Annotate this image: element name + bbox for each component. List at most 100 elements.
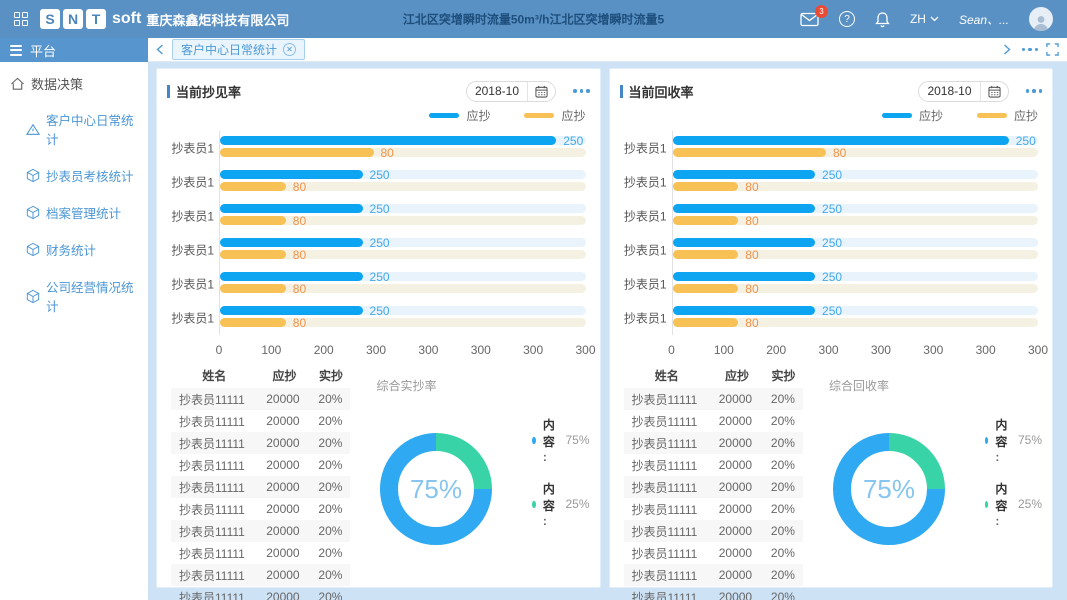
donut-legend-item[interactable]: 内容 75%	[984, 416, 1042, 464]
date-value: 2018-10	[927, 84, 972, 98]
bar-legend: 应抄 应抄	[167, 103, 590, 127]
table-cell: 20000	[266, 436, 300, 450]
sidebar-item-company-operation[interactable]: 公司经营情况统计	[0, 268, 148, 324]
sidebar-item-label: 公司经营情况统计	[46, 281, 134, 314]
company-name: 重庆森鑫炬科技有限公司	[146, 12, 290, 28]
sidebar-item-label: 财务统计	[46, 244, 97, 258]
date-picker[interactable]: 2018-10	[918, 80, 1009, 102]
table-header-cell: 应抄	[272, 369, 297, 383]
alert-triangle-icon	[26, 123, 40, 135]
table-cell: 20%	[318, 392, 343, 406]
table-cell: 20%	[770, 590, 795, 600]
donut-title: 综合回收率	[828, 379, 889, 393]
header-notice-text: 江北区突增瞬时流量50m³/h江北区突增瞬时流量5	[402, 12, 665, 27]
sidebar-item-finance-stats[interactable]: 财务统计	[0, 231, 148, 268]
bar-fill-yellow	[220, 216, 286, 225]
category-label: 抄表员1	[623, 311, 667, 326]
donut-section: 综合回收率 75% 内容: 75% 内容: 25%	[803, 363, 1042, 581]
tab-label: 客户中心日常统计	[181, 43, 278, 57]
x-tick-label: 300	[818, 343, 839, 357]
tabs-more-icon[interactable]	[1019, 47, 1038, 52]
bar-group: 抄表员1 250 80	[624, 233, 1038, 267]
legend-item[interactable]: 应抄	[881, 107, 943, 124]
donut-legend-item[interactable]: 内容 25%	[532, 480, 590, 528]
language-selector[interactable]: ZH	[910, 12, 939, 26]
date-picker[interactable]: 2018-10	[465, 80, 556, 102]
category-label: 抄表员1	[171, 175, 214, 190]
bar-track-yellow: 80	[220, 315, 586, 330]
table-row: 抄表员11111 20000 20%	[624, 498, 803, 520]
legend-item[interactable]: 应抄	[524, 107, 586, 124]
bar-track-blue: 250	[672, 303, 1038, 318]
panel-more-icon[interactable]	[1023, 89, 1042, 93]
bar-value: 80	[745, 281, 759, 296]
bar-value: 250	[369, 201, 390, 216]
cube-icon	[26, 205, 40, 220]
bar-value: 80	[292, 281, 307, 296]
bell-icon[interactable]	[875, 11, 890, 28]
bar-fill-blue	[672, 170, 816, 179]
category-label: 抄表员1	[623, 175, 667, 190]
legend-label: 应抄	[1013, 108, 1038, 123]
tab-close-icon[interactable]: ✕	[283, 43, 297, 56]
tabs-scroll-right-icon[interactable]	[1003, 44, 1011, 55]
bar-fill-yellow	[672, 216, 739, 225]
home-icon	[11, 77, 24, 90]
bar-track-yellow: 80	[220, 214, 586, 228]
sidebar-item-meter-reader-assessment[interactable]: 抄表员考核统计	[0, 157, 148, 194]
bar-track-blue: 250	[672, 270, 1038, 284]
table-row: 抄表员11111 20000 20%	[623, 388, 803, 410]
help-icon[interactable]: ?	[838, 11, 855, 27]
legend-item[interactable]: 应抄	[976, 107, 1038, 124]
sidebar-item-archive-management[interactable]: 档案管理统计	[0, 194, 148, 231]
bar-value: 250	[822, 303, 843, 318]
table-cell: 20%	[770, 458, 795, 472]
fullscreen-icon[interactable]	[1046, 43, 1059, 56]
bar-legend: 应抄 应抄	[620, 103, 1043, 127]
panel-bottom-section: 姓名 应抄 实抄 抄表员11111 20000 20% 抄表员11111 20000 20% 抄…	[620, 363, 1042, 600]
bar-value: 80	[745, 213, 759, 228]
donut-legend-item[interactable]: 内容 75%	[532, 416, 590, 464]
slice-name: 内容	[543, 480, 559, 528]
x-axis: 0 100 200 300 300 300 300 300	[216, 335, 596, 357]
logo-letter-box: S	[40, 9, 60, 29]
sidebar-group-data-decision[interactable]: 数据决策	[0, 62, 148, 101]
language-label: ZH	[909, 12, 926, 26]
table-row: 抄表员11111 20000 20%	[171, 388, 351, 410]
table-cell: 20%	[770, 568, 795, 582]
panel-more-icon[interactable]	[570, 89, 590, 93]
username-label: Sean、...	[958, 12, 1009, 27]
bar-track-blue: 250	[672, 202, 1038, 216]
table-cell: 20%	[770, 392, 795, 406]
donut-legend-item[interactable]: 内容 25%	[984, 480, 1042, 528]
category-label: 抄表员1	[171, 277, 214, 292]
panel-meter-reading-rate: 当前抄见率 2018-10 应抄 应抄 抄表员1 250 80 抄表员1 250…	[156, 68, 601, 600]
table-row: 抄表员11111 20000 20%	[624, 542, 803, 564]
legend-dot-teal	[984, 500, 989, 508]
table-row: 抄表员11111 20000 20%	[171, 454, 350, 476]
legend-item[interactable]: 应抄	[429, 107, 490, 124]
calendar-icon	[979, 81, 1008, 101]
bar-plot: 抄表员1 250 80 抄表员1 250 80 抄表员1 250 80 抄表员1 250 80 抄表员1…	[171, 131, 590, 335]
bar-value: 80	[292, 315, 307, 330]
x-tick-label: 200	[766, 343, 787, 357]
category-label: 抄表员1	[623, 277, 667, 292]
sidebar-item-customer-center-daily[interactable]: 客户中心日常统计	[0, 101, 148, 157]
slice-value: 25%	[1017, 497, 1042, 511]
mail-icon[interactable]: 3	[800, 4, 828, 27]
user-menu[interactable]: Sean、...	[959, 11, 1009, 28]
category-label: 抄表员1	[623, 141, 667, 156]
table-cell: 抄表员11111	[631, 524, 698, 539]
tab-customer-center-daily[interactable]: 客户中心日常统计 ✕	[172, 39, 306, 60]
header-actions: 3 ? ZH Sean、...	[800, 4, 1053, 31]
x-axis: 0 100 200 300 300 300 300 300	[668, 335, 1048, 357]
bar-track-yellow: 80	[672, 281, 1038, 296]
legend-dot-blue	[984, 436, 989, 444]
apps-grid-icon[interactable]	[14, 12, 28, 26]
tabs-scroll-left-icon[interactable]	[156, 44, 164, 55]
user-avatar[interactable]	[1029, 7, 1053, 31]
sidebar-platform-header[interactable]: 平台	[0, 38, 148, 62]
table-cell: 抄表员11111	[179, 436, 245, 451]
sidebar-item-label: 客户中心日常统计	[46, 114, 134, 147]
table-cell: 20000	[266, 590, 300, 600]
